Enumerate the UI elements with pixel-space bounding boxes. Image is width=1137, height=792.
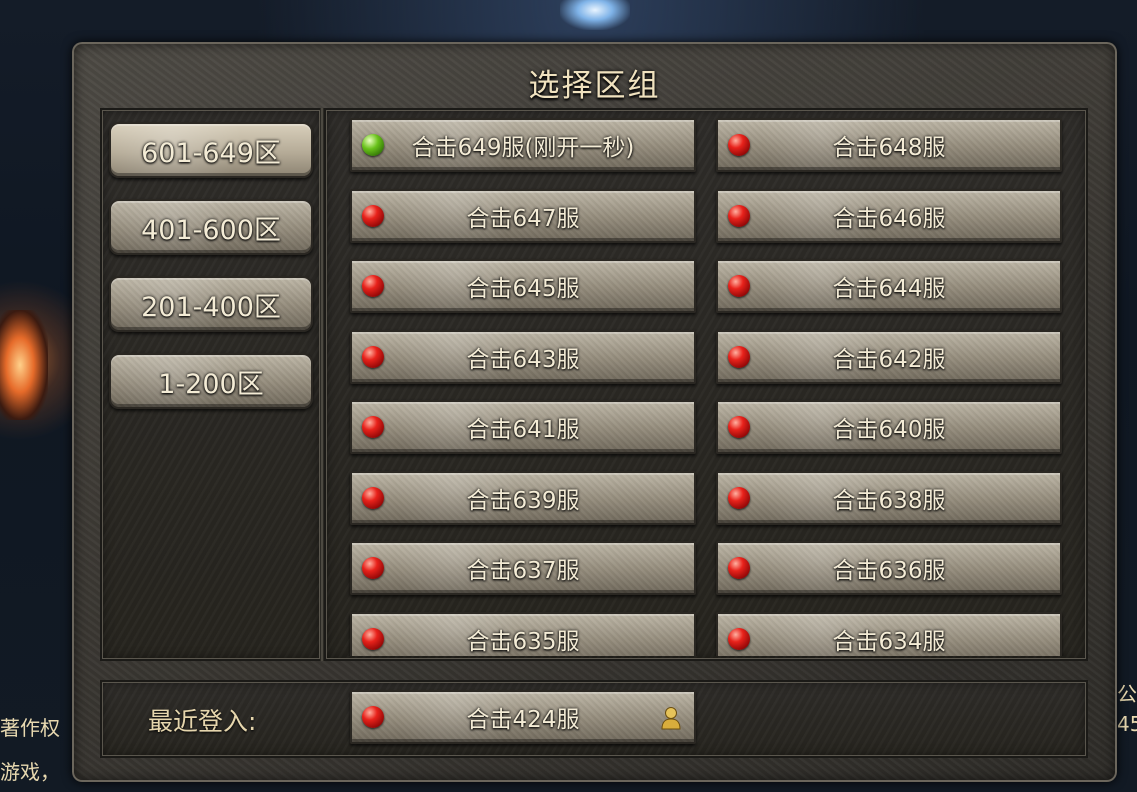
server-button[interactable]: 合击643服 <box>350 330 696 384</box>
status-busy-icon <box>728 557 750 579</box>
status-busy-icon <box>362 557 384 579</box>
server-label: 合击424服 <box>466 707 580 733</box>
server-button[interactable]: 合击637服 <box>350 541 696 595</box>
server-button[interactable]: 合击647服 <box>350 189 696 243</box>
zone-tab-1-200[interactable]: 1-200区 <box>109 353 313 409</box>
server-label: 合击644服 <box>832 276 946 302</box>
status-busy-icon <box>362 346 384 368</box>
server-label: 合击643服 <box>466 347 580 373</box>
server-label: 合击642服 <box>832 347 946 373</box>
server-button[interactable]: 合击645服 <box>350 259 696 313</box>
server-button[interactable]: 合击648服 <box>716 118 1062 172</box>
background-text-left-2: 游戏， <box>0 760 60 784</box>
server-label: 合击635服 <box>466 629 580 655</box>
server-list[interactable]: 合击649服(刚开一秒) 合击648服 合击647服 合击646服 合击645服… <box>324 112 1088 656</box>
server-label: 合击636服 <box>832 558 946 584</box>
server-label: 合击640服 <box>832 417 946 443</box>
server-label: 合击637服 <box>466 558 580 584</box>
status-busy-icon <box>728 416 750 438</box>
status-busy-icon <box>728 628 750 650</box>
status-online-icon <box>362 134 384 156</box>
status-busy-icon <box>728 134 750 156</box>
status-busy-icon <box>728 346 750 368</box>
server-button[interactable]: 合击649服(刚开一秒) <box>350 118 696 172</box>
zone-tab-label: 1-200区 <box>158 368 264 400</box>
server-select-dialog: 选择区组 601-649区 401-600区 201-400区 1-200区 合… <box>72 42 1117 782</box>
server-label: 合击645服 <box>466 276 580 302</box>
recent-login-label: 最近登入: <box>148 707 257 736</box>
status-busy-icon <box>362 487 384 509</box>
background-text-right-2: 45 <box>1117 712 1137 736</box>
zone-tab-label: 601-649区 <box>141 137 281 169</box>
status-busy-icon <box>728 487 750 509</box>
status-busy-icon <box>362 628 384 650</box>
server-button[interactable]: 合击638服 <box>716 471 1062 525</box>
server-button[interactable]: 合击636服 <box>716 541 1062 595</box>
recent-server-button[interactable]: 合击424服 <box>350 690 696 744</box>
zone-tab-label: 401-600区 <box>141 214 281 246</box>
background-text-left-1: 著作权 <box>0 716 60 740</box>
player-icon <box>661 707 681 730</box>
server-button[interactable]: 合击639服 <box>350 471 696 525</box>
server-label: 合击634服 <box>832 629 946 655</box>
zone-tab-label: 201-400区 <box>141 291 281 323</box>
server-button[interactable]: 合击635服 <box>350 612 696 656</box>
server-label: 合击639服 <box>466 488 580 514</box>
server-label: 合击648服 <box>832 135 946 161</box>
status-busy-icon <box>362 416 384 438</box>
zone-tab-601-649[interactable]: 601-649区 <box>109 122 313 178</box>
status-busy-icon <box>362 275 384 297</box>
server-button[interactable]: 合击634服 <box>716 612 1062 656</box>
status-busy-icon <box>728 275 750 297</box>
status-busy-icon <box>362 205 384 227</box>
background-lamp <box>0 310 48 420</box>
status-busy-icon <box>362 706 384 728</box>
server-label: 合击646服 <box>832 206 946 232</box>
zone-tab-401-600[interactable]: 401-600区 <box>109 199 313 255</box>
server-button[interactable]: 合击644服 <box>716 259 1062 313</box>
server-button[interactable]: 合击640服 <box>716 400 1062 454</box>
status-busy-icon <box>728 205 750 227</box>
server-label: 合击649服(刚开一秒) <box>411 135 635 161</box>
server-button[interactable]: 合击641服 <box>350 400 696 454</box>
server-button[interactable]: 合击646服 <box>716 189 1062 243</box>
zone-tab-201-400[interactable]: 201-400区 <box>109 276 313 332</box>
background-text-right-1: 公 <box>1117 682 1137 706</box>
server-button[interactable]: 合击642服 <box>716 330 1062 384</box>
dialog-title: 选择区组 <box>528 68 661 104</box>
server-label: 合击638服 <box>832 488 946 514</box>
background-light <box>560 0 630 30</box>
server-label: 合击641服 <box>466 417 580 443</box>
server-label: 合击647服 <box>466 206 580 232</box>
